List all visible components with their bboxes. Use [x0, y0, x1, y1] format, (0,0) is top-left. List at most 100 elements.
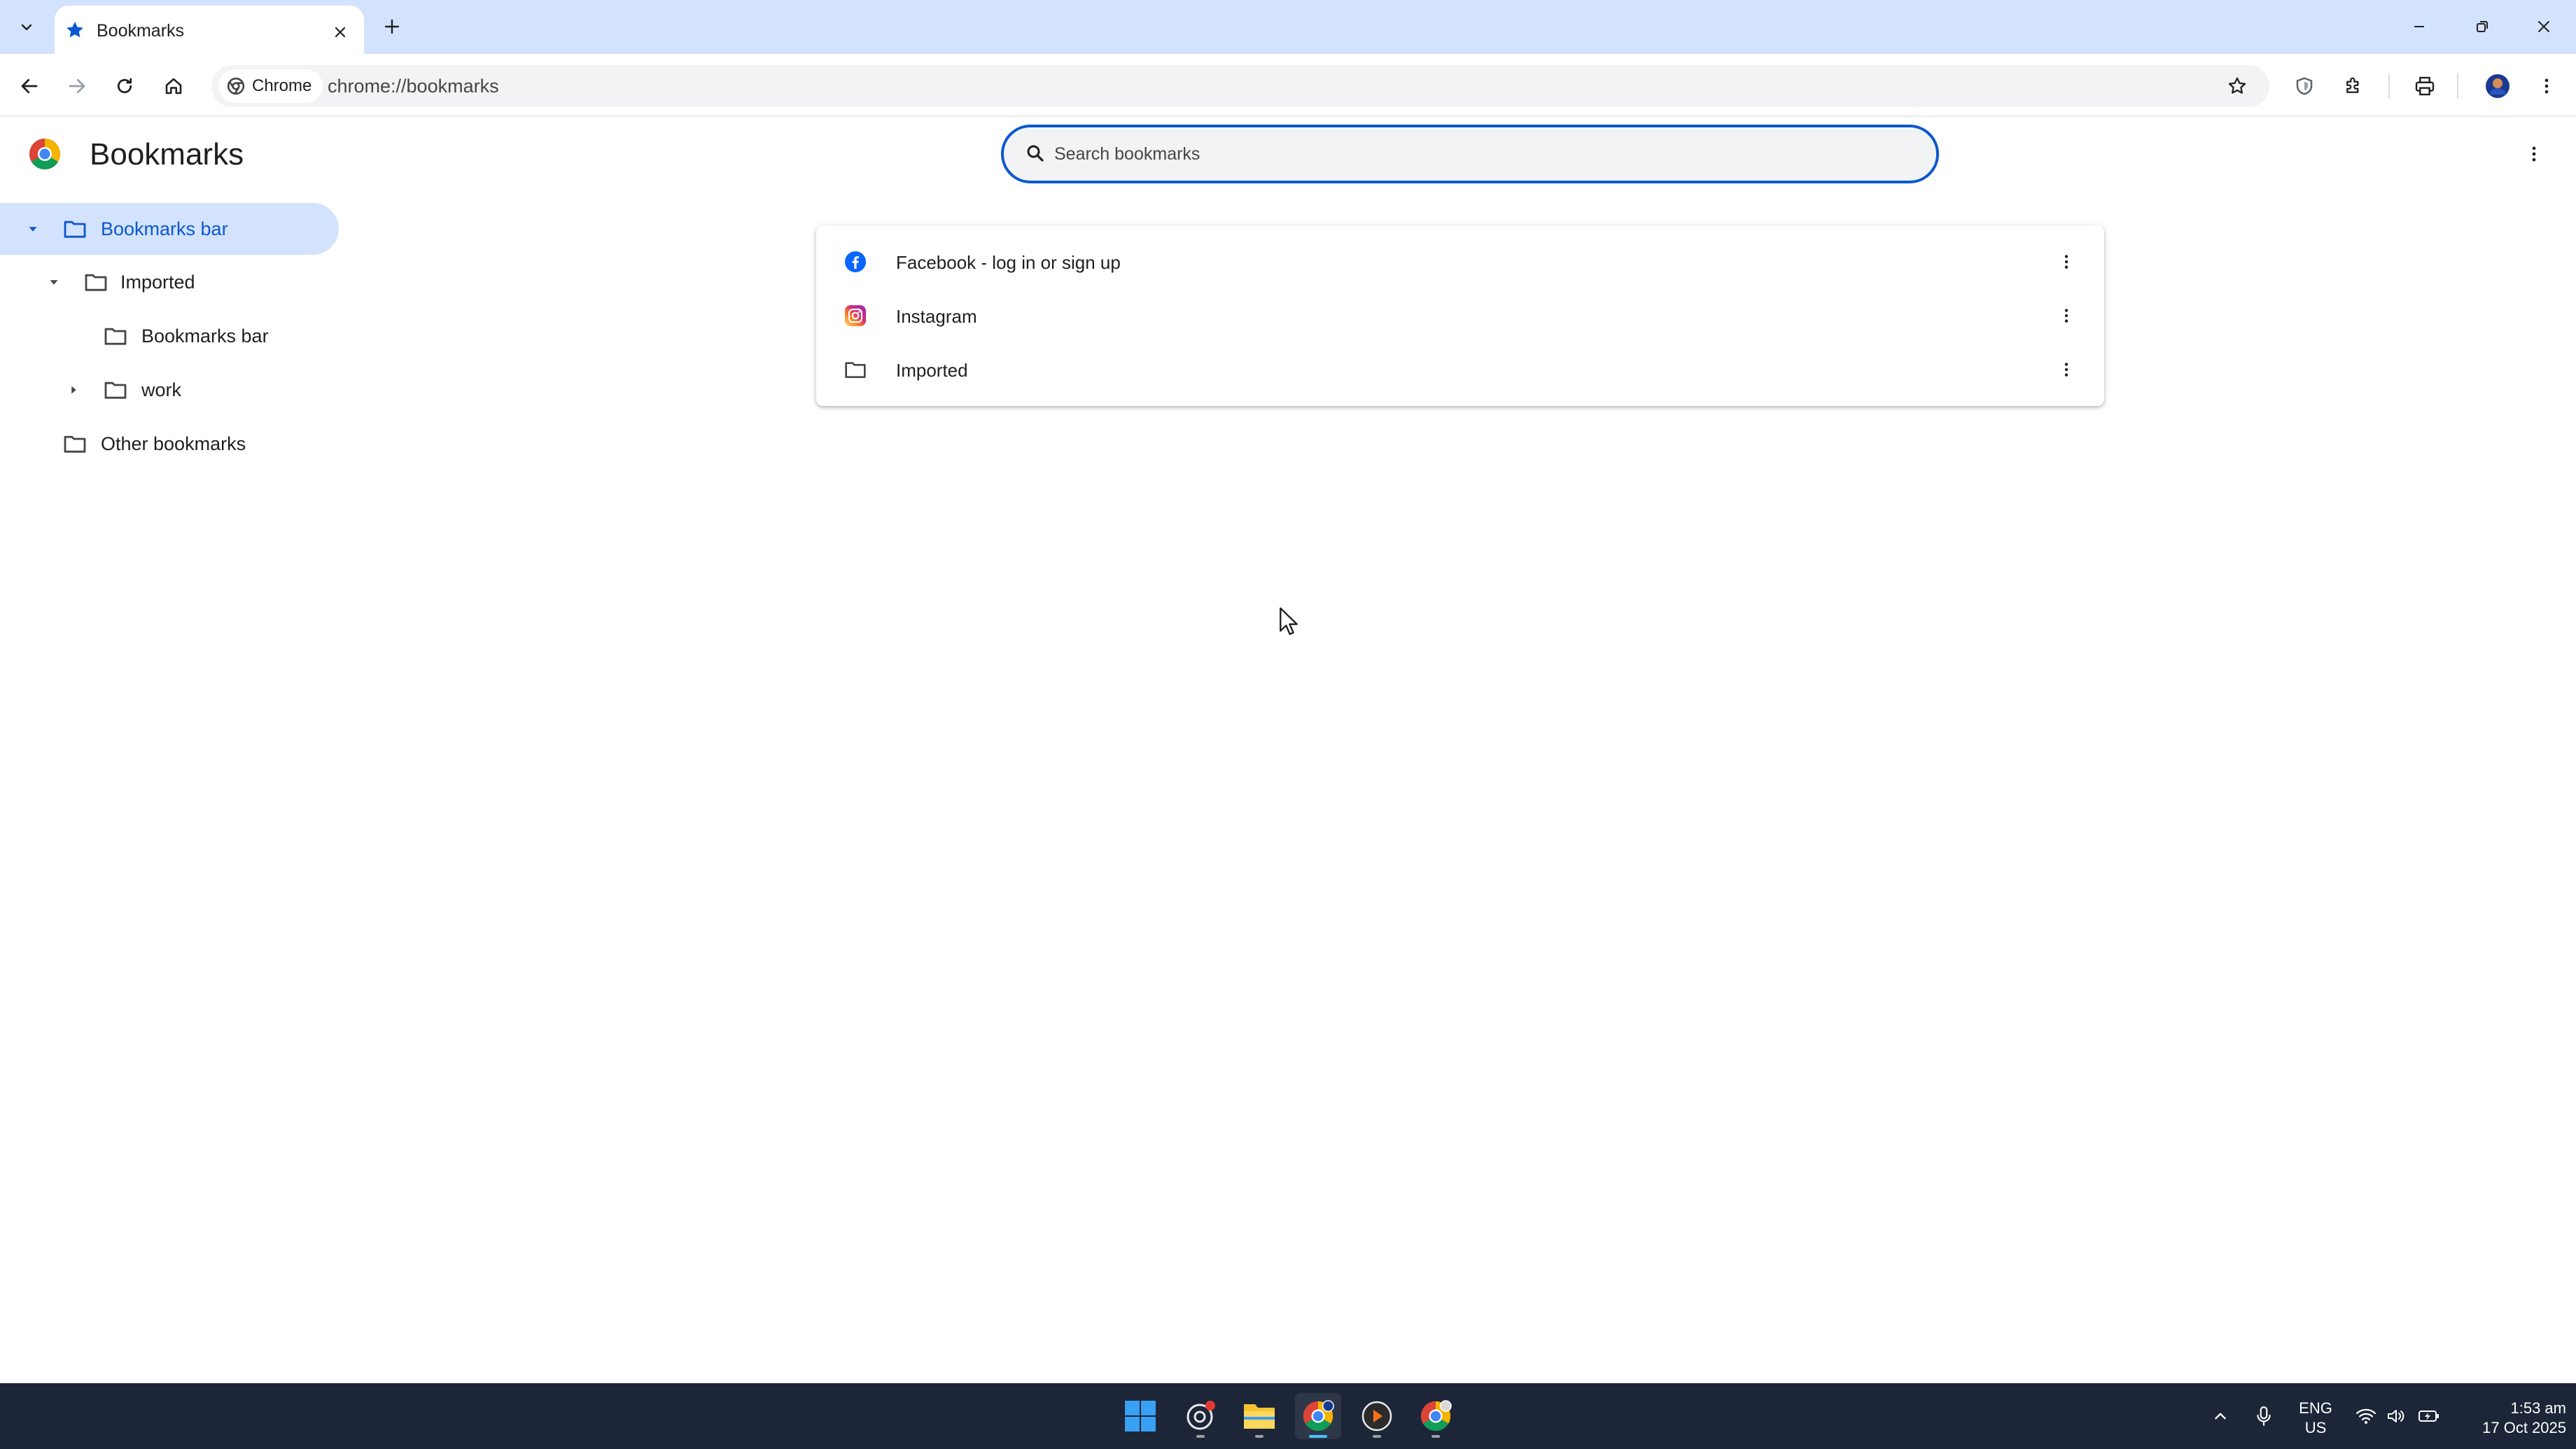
language-indicator[interactable]: ENG US: [2293, 1399, 2338, 1438]
taskbar-app-file-explorer[interactable]: [1236, 1393, 1282, 1439]
more-vert-icon: [2532, 146, 2536, 162]
taskbar-app-chrome[interactable]: [1295, 1393, 1341, 1439]
toolbar-divider: [2388, 74, 2390, 99]
tree-item-imported-bookmarks-bar[interactable]: Bookmarks bar: [0, 310, 339, 362]
search-input[interactable]: [1054, 140, 1894, 168]
arrow-left-icon: [21, 78, 38, 94]
close-icon: [2538, 21, 2549, 32]
chrome-icon: [1420, 1400, 1452, 1432]
reload-button[interactable]: [106, 68, 143, 104]
clock[interactable]: 1:53 am 17 Oct 2025: [2450, 1399, 2566, 1438]
more-vert-icon: [2544, 78, 2549, 94]
avatar: [2486, 74, 2510, 98]
running-indicator: [1432, 1435, 1440, 1438]
print-button[interactable]: [2407, 68, 2443, 104]
home-icon: [165, 78, 182, 94]
tree-item-work[interactable]: work: [0, 364, 339, 416]
shield-icon: [2296, 77, 2313, 95]
list-item[interactable]: Facebook - log in or sign up: [816, 235, 2104, 288]
tree-item-label: work: [141, 379, 182, 400]
list-item[interactable]: Imported: [816, 343, 2104, 396]
expand-arrow-icon[interactable]: [22, 218, 43, 239]
taskbar-app-media-player[interactable]: [1354, 1393, 1400, 1439]
home-button[interactable]: [155, 68, 192, 104]
microphone-button[interactable]: [2248, 1393, 2279, 1439]
item-menu-button[interactable]: [2051, 354, 2082, 385]
more-vert-icon: [2064, 309, 2068, 323]
show-hidden-icons-button[interactable]: [2205, 1393, 2236, 1439]
folder-icon: [1244, 1404, 1275, 1429]
tree-item-bookmarks-bar[interactable]: Bookmarks bar: [0, 203, 339, 255]
extensions-button[interactable]: [2335, 68, 2372, 104]
list-item-label: Facebook - log in or sign up: [896, 252, 1121, 273]
restore-icon: [2477, 21, 2488, 32]
minimize-icon: [2414, 26, 2424, 27]
list-item[interactable]: Instagram: [816, 289, 2104, 342]
mouse-cursor-icon: [1280, 607, 1298, 636]
chevron-up-icon: [2215, 1413, 2226, 1420]
site-info-chip[interactable]: Chrome: [218, 69, 323, 103]
tree-item-label: Imported: [120, 272, 195, 293]
arrow-right-icon: [69, 78, 85, 94]
start-button[interactable]: [1117, 1393, 1163, 1439]
bookmark-star-icon: [66, 22, 83, 38]
close-icon: [335, 27, 346, 38]
list-item-label: Imported: [896, 360, 968, 381]
item-menu-button[interactable]: [2051, 246, 2082, 277]
battery-status[interactable]: [2415, 1393, 2443, 1439]
forward-button[interactable]: [59, 68, 95, 104]
item-menu-button[interactable]: [2051, 300, 2082, 331]
running-indicator: [1309, 1435, 1327, 1438]
search-bar[interactable]: [1001, 125, 1939, 183]
new-tab-button[interactable]: [377, 11, 407, 42]
tree-item-label: Other bookmarks: [101, 433, 246, 454]
taskbar-app-chrome-profile[interactable]: [1413, 1393, 1459, 1439]
profile-button[interactable]: [2479, 68, 2516, 104]
toolbar-divider: [2457, 74, 2458, 99]
taskbar-app-screen-recorder[interactable]: [1177, 1393, 1224, 1439]
bookmark-star-button[interactable]: [2220, 69, 2254, 103]
tree-item-other-bookmarks[interactable]: Other bookmarks: [0, 418, 339, 470]
back-button[interactable]: [11, 68, 48, 104]
folder-icon: [85, 274, 107, 291]
running-indicator: [1255, 1435, 1264, 1438]
page-title: Bookmarks: [90, 137, 244, 172]
tab-strip: Bookmarks: [0, 0, 2576, 54]
chrome-icon: [1303, 1400, 1334, 1432]
tab-close-button[interactable]: [326, 18, 354, 46]
language-code: ENG: [2299, 1399, 2332, 1417]
puzzle-icon: [2346, 77, 2359, 93]
folder-icon: [64, 220, 86, 238]
instagram-icon: [844, 304, 867, 327]
volume-status[interactable]: [2383, 1393, 2411, 1439]
close-window-button[interactable]: [2516, 7, 2572, 46]
folder-icon: [844, 358, 867, 381]
address-bar[interactable]: Chrome chrome://bookmarks: [211, 65, 2269, 107]
clock-date: 17 Oct 2025: [2482, 1419, 2566, 1436]
folder-icon: [64, 435, 86, 453]
restore-button[interactable]: [2454, 7, 2510, 46]
organize-menu-button[interactable]: [2517, 137, 2551, 171]
tree-item-label: Bookmarks bar: [141, 326, 269, 346]
tab-search-button[interactable]: [10, 13, 43, 42]
url-text: chrome://bookmarks: [328, 76, 499, 97]
browser-menu-button[interactable]: [2528, 68, 2565, 104]
clock-time: 1:53 am: [2510, 1399, 2567, 1417]
browser-toolbar: Chrome chrome://bookmarks: [0, 54, 2576, 117]
tree-item-imported[interactable]: Imported: [0, 256, 339, 308]
reload-icon: [117, 78, 132, 94]
running-indicator: [1196, 1435, 1205, 1438]
tab-bookmarks[interactable]: Bookmarks: [55, 6, 364, 54]
shield-extension-button[interactable]: [2286, 68, 2323, 104]
wifi-icon: [2356, 1408, 2376, 1424]
minimize-button[interactable]: [2391, 7, 2447, 46]
tree-item-label: Bookmarks bar: [101, 218, 228, 239]
windows-taskbar: ENG US 1:53 am 17 Oct 2025: [0, 1383, 2576, 1449]
microphone-icon: [2257, 1406, 2271, 1426]
more-vert-icon: [2064, 363, 2068, 377]
folder-icon: [104, 328, 127, 345]
expand-arrow-icon[interactable]: [43, 272, 64, 293]
expand-arrow-icon[interactable]: [63, 379, 84, 400]
wifi-status[interactable]: [2352, 1393, 2380, 1439]
region-code: US: [2304, 1419, 2327, 1436]
